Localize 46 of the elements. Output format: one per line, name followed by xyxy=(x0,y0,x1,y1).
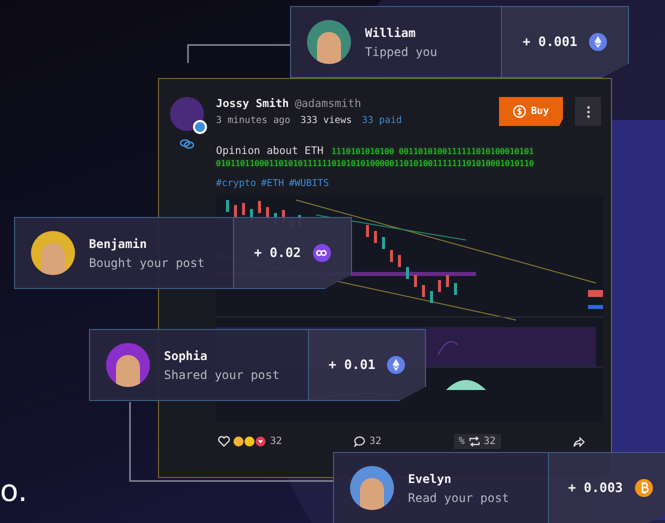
histogram-area xyxy=(446,380,486,390)
activity-text: Shared your post xyxy=(164,368,280,382)
author-handle[interactable]: @adamsmith xyxy=(294,97,362,110)
dollar-coin-icon xyxy=(512,105,526,118)
user-name: Sophia xyxy=(164,348,208,362)
binary-text: 010110110001101010111111010101010000011010100111111101010001010110 xyxy=(216,159,535,168)
face-silhouette-icon xyxy=(317,32,341,64)
binary-text: 1110101010100 0011010100111111010100010101 xyxy=(331,147,534,156)
more-options-button[interactable] xyxy=(575,97,601,126)
user-name: William xyxy=(365,26,417,40)
user-name: Benjamin xyxy=(89,236,148,250)
face-silhouette-icon xyxy=(360,478,384,510)
price-tag xyxy=(588,290,603,297)
comment-icon[interactable] xyxy=(354,436,366,447)
share-icon[interactable] xyxy=(572,436,585,446)
face-silhouette-icon xyxy=(41,243,65,275)
repost-control[interactable]: % 32 xyxy=(454,434,501,449)
amount-text: + 0.003 xyxy=(568,480,623,496)
hashtag-link[interactable]: #WUBITS xyxy=(288,178,329,189)
repost-icon[interactable] xyxy=(468,436,481,447)
activity-text: Tipped you xyxy=(365,44,438,58)
comment-count: 32 xyxy=(369,436,382,447)
plus-badge-icon xyxy=(193,120,207,134)
logo-text: o. xyxy=(0,474,28,510)
hashtag-link[interactable]: #crypto xyxy=(216,178,256,189)
post-text: Opinion about ETH xyxy=(216,145,324,157)
oscillator-line xyxy=(438,341,458,356)
amount-text: + 0.001 xyxy=(522,34,578,50)
reaction-emojis-icon xyxy=(233,436,267,447)
coins-icon xyxy=(180,139,194,149)
view-count: 333 views xyxy=(300,115,352,126)
amount-text: + 0.02 xyxy=(254,246,301,260)
post-time: 3 minutes ago xyxy=(216,115,290,126)
price-tag xyxy=(588,305,603,309)
activity-text: Read your post xyxy=(408,490,510,504)
user-name: Evelyn xyxy=(408,472,452,486)
activity-text: Bought your post xyxy=(89,256,205,270)
more-icon xyxy=(586,106,590,118)
heart-icon[interactable] xyxy=(218,436,230,447)
amount-text: + 0.01 xyxy=(328,358,376,372)
author-name[interactable]: Jossy Smith xyxy=(216,97,289,110)
reaction-count: 32 xyxy=(270,436,282,447)
paid-count[interactable]: 33 paid xyxy=(362,115,402,126)
face-silhouette-icon xyxy=(116,355,140,387)
buy-button[interactable]: Buy xyxy=(498,97,563,126)
hashtag-link[interactable]: #ETH xyxy=(261,178,284,189)
